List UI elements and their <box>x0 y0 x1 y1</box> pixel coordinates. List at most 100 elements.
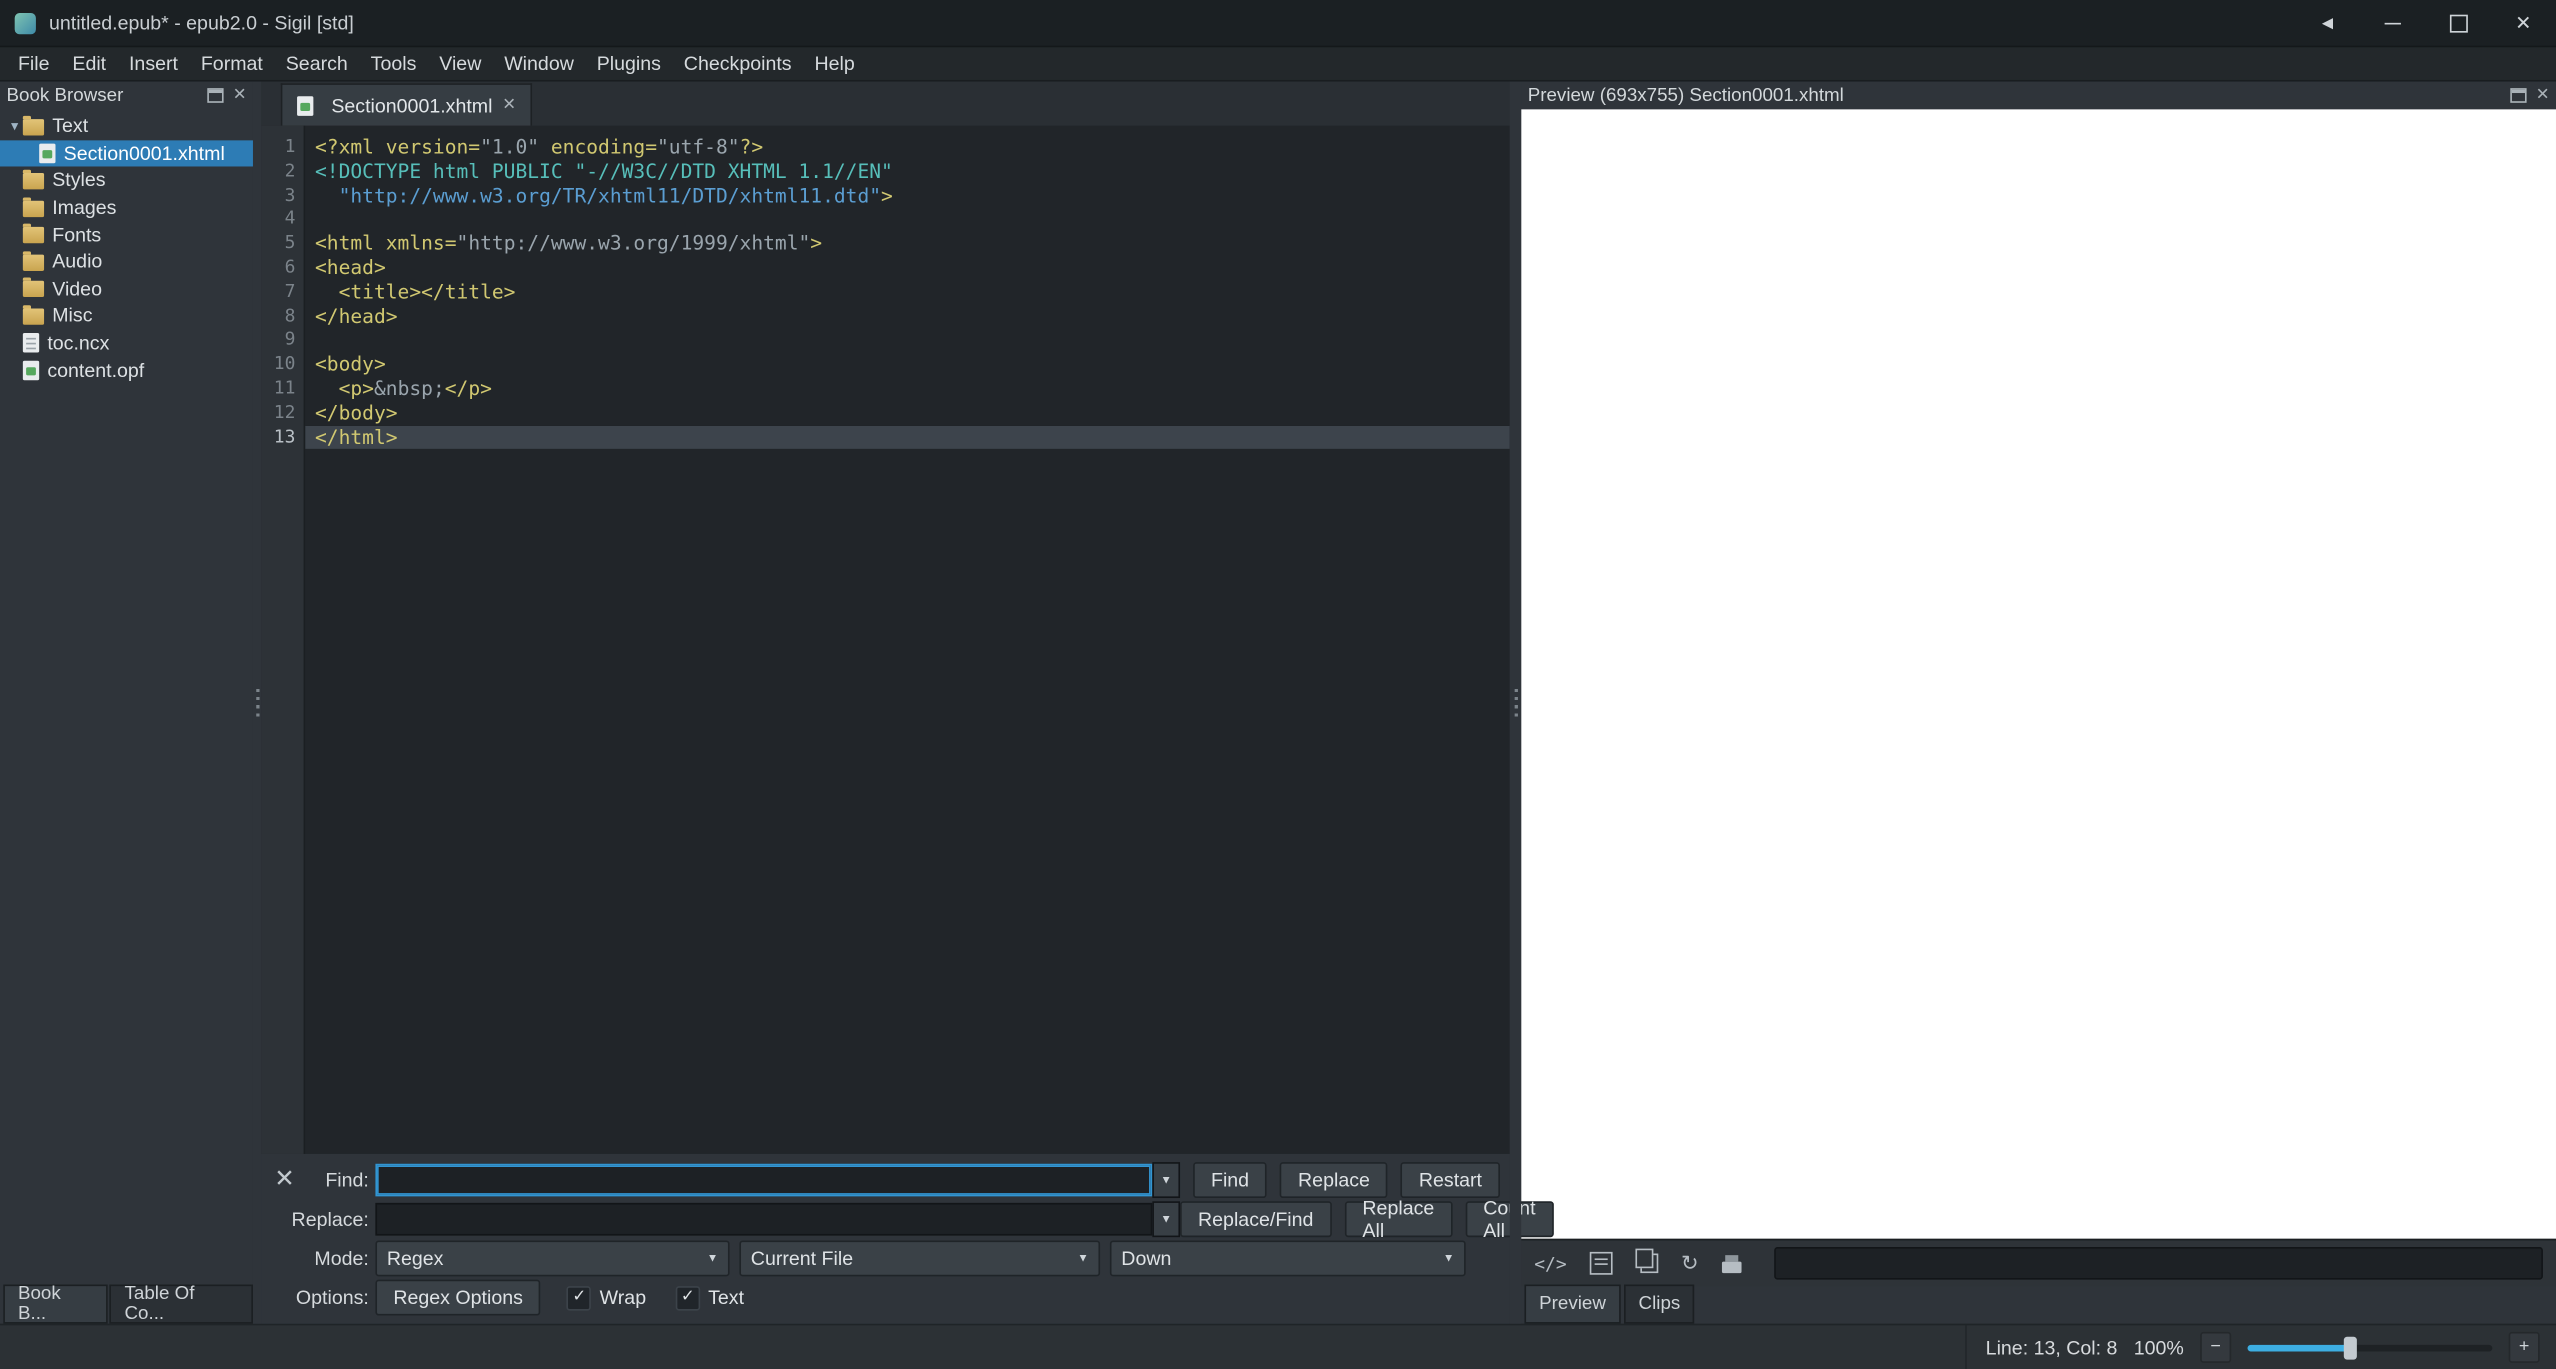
tree-item-label: Text <box>52 115 88 138</box>
expand-caret-icon[interactable]: ▾ <box>7 117 23 135</box>
replace-find-button[interactable]: Replace/Find <box>1180 1201 1331 1237</box>
float-panel-icon[interactable] <box>2510 88 2526 103</box>
code-line[interactable]: "http://www.w3.org/TR/xhtml11/DTD/xhtml1… <box>305 184 1510 208</box>
chevron-down-icon: ▼ <box>707 1253 718 1264</box>
zoom-out-button[interactable]: − <box>2200 1332 2231 1363</box>
replace-all-button[interactable]: Replace All <box>1344 1201 1452 1237</box>
close-panel-icon[interactable]: ✕ <box>2536 87 2550 103</box>
slider-handle[interactable] <box>2344 1336 2357 1359</box>
code-line[interactable]: </html> <box>305 425 1510 449</box>
regex-options-button[interactable]: Regex Options <box>375 1280 540 1316</box>
zoom-slider[interactable] <box>2248 1336 2493 1359</box>
restart-button[interactable]: Restart <box>1401 1162 1500 1198</box>
code-line[interactable]: <?xml version="1.0" encoding="utf-8"?> <box>305 135 1510 159</box>
tree-item-video[interactable]: Video <box>0 275 253 302</box>
preview-address-bar[interactable] <box>1774 1247 2543 1280</box>
menu-item-window[interactable]: Window <box>493 47 586 80</box>
replace-history-dropdown[interactable]: ▼ <box>1152 1201 1180 1237</box>
tree-item-styles[interactable]: Styles <box>0 167 253 194</box>
code-line[interactable] <box>305 208 1510 232</box>
direction-combobox[interactable]: Down ▼ <box>1110 1240 1466 1276</box>
file-icon <box>23 360 39 380</box>
file-icon <box>39 143 55 163</box>
menu-item-search[interactable]: Search <box>274 47 359 80</box>
menu-item-help[interactable]: Help <box>803 47 866 80</box>
find-button[interactable]: Find <box>1193 1162 1267 1198</box>
float-panel-icon[interactable] <box>207 88 223 103</box>
tree-item-images[interactable]: Images <box>0 194 253 221</box>
mode-combobox[interactable]: Regex ▼ <box>375 1240 729 1276</box>
close-panel-icon[interactable]: ✕ <box>233 87 247 103</box>
right-splitter[interactable] <box>1510 82 1521 1324</box>
find-buttons: Find Replace Restart <box>1193 1162 1500 1198</box>
zoom-in-button[interactable]: + <box>2509 1332 2540 1363</box>
close-button[interactable]: ✕ <box>2491 0 2556 46</box>
code-line[interactable] <box>305 329 1510 353</box>
minimize-button[interactable] <box>2360 0 2425 46</box>
text-checkbox[interactable]: ✓ Text <box>675 1285 744 1309</box>
dock-tab-book-browser[interactable]: Book B... <box>3 1285 108 1324</box>
scope-combobox[interactable]: Current File ▼ <box>739 1240 1100 1276</box>
window-menu-arrow-button[interactable]: ◀ <box>2295 0 2360 46</box>
code-line[interactable]: <!DOCTYPE html PUBLIC "-//W3C//DTD XHTML… <box>305 160 1510 184</box>
maximize-icon <box>2449 14 2467 32</box>
code-line[interactable]: <head> <box>305 256 1510 280</box>
menu-item-tools[interactable]: Tools <box>359 47 428 80</box>
replace-input[interactable] <box>375 1203 1152 1236</box>
menu-item-view[interactable]: View <box>428 47 493 80</box>
code-line[interactable]: <body> <box>305 353 1510 377</box>
dock-tab-preview[interactable]: Preview <box>1524 1285 1620 1324</box>
tree-item-toc-ncx[interactable]: toc.ncx <box>0 329 253 356</box>
tree-item-text[interactable]: ▾ Text <box>0 113 253 140</box>
maximize-button[interactable] <box>2425 0 2490 46</box>
menu-item-edit[interactable]: Edit <box>61 47 118 80</box>
menu-item-file[interactable]: File <box>7 47 61 80</box>
dock-tab-table-of-contents[interactable]: Table Of Co... <box>110 1285 253 1324</box>
arrow-left-icon: ◀ <box>2322 14 2333 32</box>
tree-item-section0001-xhtml[interactable]: Section0001.xhtml <box>0 140 253 167</box>
find-history-dropdown[interactable]: ▼ <box>1152 1162 1180 1198</box>
options-row: Options: Regex Options ✓ Wrap ✓ Text <box>261 1278 1510 1317</box>
inspect-icon[interactable] <box>1590 1252 1613 1275</box>
code-editor[interactable]: 12345678910111213 <?xml version="1.0" en… <box>261 126 1510 1154</box>
code-line[interactable]: <title></title> <box>305 280 1510 304</box>
menu-item-format[interactable]: Format <box>189 47 274 80</box>
tree-item-content-opf[interactable]: content.opf <box>0 356 253 383</box>
tree-item-misc[interactable]: Misc <box>0 302 253 329</box>
folder-icon <box>23 281 44 297</box>
mode-row: Mode: Regex ▼ Current File ▼ Down ▼ <box>261 1239 1510 1278</box>
menu-item-plugins[interactable]: Plugins <box>585 47 672 80</box>
editor-tab-section0001[interactable]: Section0001.xhtml ✕ <box>281 83 533 125</box>
tree-item-fonts[interactable]: Fonts <box>0 221 253 248</box>
preview-panel: Preview (693x755) Section0001.xhtml ✕ </… <box>1521 82 2556 1324</box>
code-line[interactable]: </body> <box>305 401 1510 425</box>
minimize-icon <box>2385 22 2401 24</box>
tab-close-icon[interactable]: ✕ <box>502 97 516 113</box>
find-input[interactable] <box>375 1164 1152 1197</box>
line-number: 9 <box>261 329 303 353</box>
print-icon[interactable] <box>1722 1254 1742 1272</box>
copy-icon[interactable] <box>1635 1254 1658 1274</box>
replace-row: Replace: ▼ Replace/Find Replace All Coun… <box>261 1200 1510 1239</box>
line-number: 12 <box>261 401 303 425</box>
code-area[interactable]: <?xml version="1.0" encoding="utf-8"?><!… <box>305 126 1510 1154</box>
code-line[interactable]: <p>&nbsp;</p> <box>305 377 1510 401</box>
menu-item-insert[interactable]: Insert <box>118 47 190 80</box>
left-splitter[interactable] <box>253 82 261 1324</box>
wrap-checkbox[interactable]: ✓ Wrap <box>567 1285 646 1309</box>
folder-icon <box>23 119 44 135</box>
code-line[interactable]: <html xmlns="http://www.w3.org/1999/xhtm… <box>305 232 1510 256</box>
line-number: 11 <box>261 377 303 401</box>
menu-item-checkpoints[interactable]: Checkpoints <box>672 47 803 80</box>
book-browser-header: Book Browser ✕ <box>0 82 253 110</box>
dock-tab-clips[interactable]: Clips <box>1624 1285 1695 1324</box>
line-number: 3 <box>261 184 303 208</box>
code-view-icon[interactable]: </> <box>1534 1253 1566 1274</box>
close-find-replace-button[interactable]: ✕ <box>274 1167 295 1191</box>
code-line[interactable]: </head> <box>305 305 1510 329</box>
tree-item-label: Audio <box>52 250 102 273</box>
direction-value: Down <box>1121 1247 1171 1270</box>
replace-button[interactable]: Replace <box>1280 1162 1388 1198</box>
refresh-icon[interactable]: ↻ <box>1681 1250 1699 1276</box>
tree-item-audio[interactable]: Audio <box>0 248 253 275</box>
